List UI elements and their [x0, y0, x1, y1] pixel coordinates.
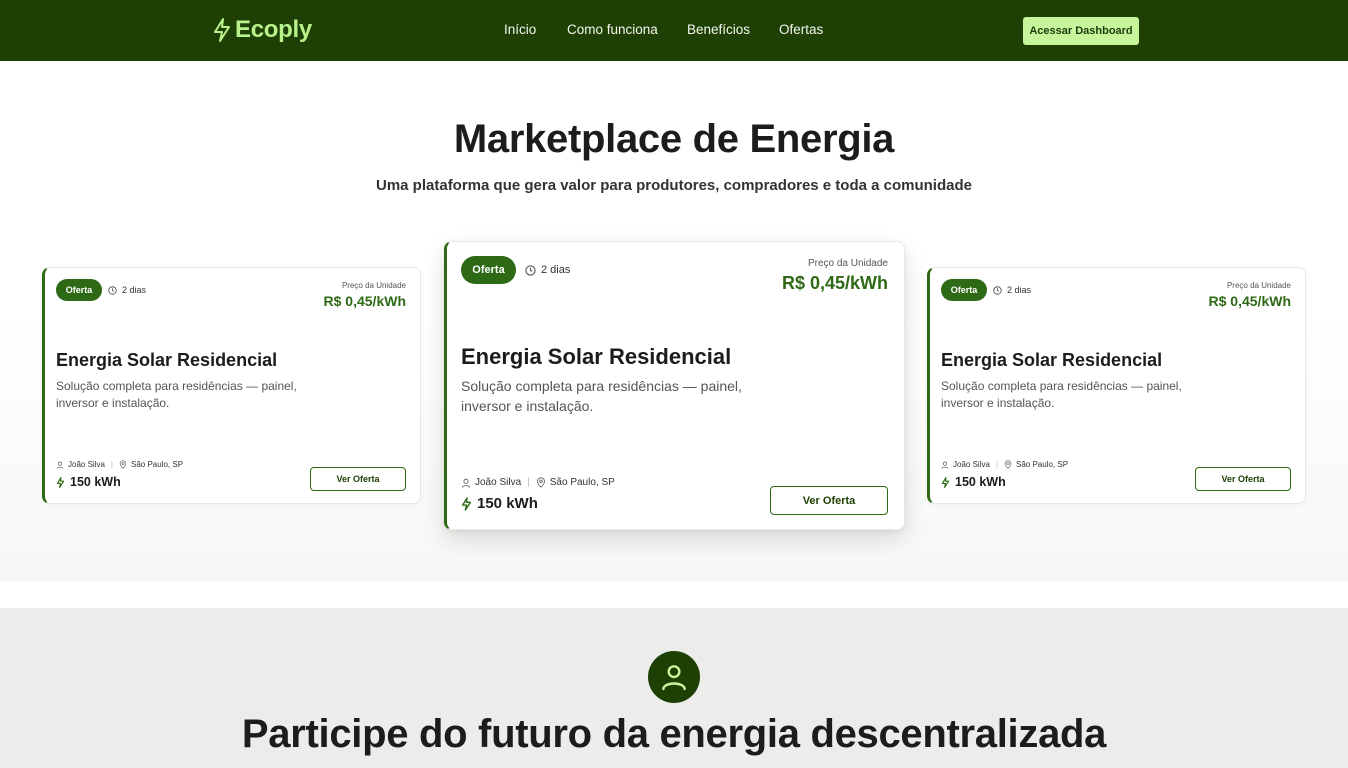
- offer-seller: João Silva: [953, 460, 990, 469]
- offer-meta: João Silva | São Paulo, SP: [461, 477, 615, 488]
- offer-location: São Paulo, SP: [549, 477, 615, 488]
- view-offer-button[interactable]: Ver Oferta: [1195, 467, 1291, 491]
- participate-section: Participe do futuro da energia descentra…: [0, 608, 1348, 768]
- top-navbar: Ecoply Início Como funciona Benefícios O…: [0, 0, 1348, 61]
- offer-price: R$ 0,45/kWh: [323, 293, 406, 309]
- user-icon: [461, 478, 471, 488]
- clock-icon: [993, 285, 1002, 295]
- clock-icon: [108, 285, 117, 295]
- offer-description: Solução completa para residências — pain…: [941, 379, 1182, 410]
- offer-time: 2 dias: [108, 285, 146, 295]
- lightning-bolt-icon: [461, 496, 472, 511]
- offer-amount-text: 150 kWh: [70, 475, 121, 489]
- offer-time: 2 dias: [993, 285, 1031, 295]
- lightning-bolt-icon: [56, 476, 65, 488]
- offer-seller: João Silva: [68, 460, 105, 469]
- offer-title: Energia Solar Residencial: [941, 350, 1163, 370]
- offer-card[interactable]: Oferta 2 dias Preço da Unidade R$ 0,45/k…: [927, 267, 1306, 504]
- lightning-bolt-icon: [941, 476, 950, 488]
- offer-description: Solução completa para residências — pain…: [56, 379, 297, 410]
- location-pin-icon: [119, 460, 127, 469]
- offer-time: 2 dias: [525, 264, 570, 276]
- dashboard-button[interactable]: Acessar Dashboard: [1023, 17, 1139, 45]
- nav-link-inicio[interactable]: Início: [504, 22, 536, 37]
- offer-meta: João Silva | São Paulo, SP: [56, 460, 183, 469]
- nav-link-ofertas[interactable]: Ofertas: [779, 22, 823, 37]
- offer-title: Energia Solar Residencial: [461, 344, 732, 369]
- offer-price: R$ 0,45/kWh: [1208, 293, 1291, 309]
- view-offer-button[interactable]: Ver Oferta: [770, 486, 888, 515]
- offer-card[interactable]: Oferta 2 dias Preço da Unidade R$ 0,45/k…: [42, 267, 421, 504]
- price-label: Preço da Unidade: [1226, 281, 1291, 290]
- offer-badge: Oferta: [461, 256, 516, 284]
- offer-title: Energia Solar Residencial: [56, 350, 278, 370]
- meta-divider: |: [995, 460, 998, 469]
- offer-amount: 150 kWh: [941, 475, 1006, 489]
- page-title: Marketplace de Energia: [453, 117, 895, 161]
- meta-divider: |: [110, 460, 113, 469]
- user-avatar: [648, 651, 700, 703]
- offer-amount-text: 150 kWh: [477, 495, 538, 512]
- clock-icon: [525, 264, 536, 276]
- location-pin-icon: [536, 477, 545, 488]
- page-subtitle: Uma plataforma que gera valor para produ…: [376, 177, 972, 194]
- offer-amount: 150 kWh: [461, 495, 538, 512]
- offer-badge: Oferta: [941, 279, 987, 301]
- nav-link-beneficios[interactable]: Benefícios: [687, 22, 750, 37]
- meta-divider: |: [527, 477, 530, 488]
- price-label: Preço da Unidade: [807, 258, 888, 269]
- offer-badge: Oferta: [56, 279, 102, 301]
- offer-location: São Paulo, SP: [131, 460, 184, 469]
- offer-location: São Paulo, SP: [1016, 460, 1069, 469]
- offer-card-featured[interactable]: Oferta 2 dias Preço da Unidade R$ 0,45/k…: [444, 241, 905, 530]
- offer-time-text: 2 dias: [122, 285, 147, 295]
- price-label: Preço da Unidade: [341, 281, 406, 290]
- user-icon: [56, 461, 64, 469]
- nav-links: Início Como funciona Benefícios Ofertas: [0, 22, 1348, 40]
- offer-time-text: 2 dias: [1007, 285, 1032, 295]
- offer-amount-text: 150 kWh: [955, 475, 1006, 489]
- offer-amount: 150 kWh: [56, 475, 121, 489]
- location-pin-icon: [1004, 460, 1012, 469]
- offer-price: R$ 0,45/kWh: [781, 273, 888, 293]
- view-offer-button[interactable]: Ver Oferta: [310, 467, 406, 491]
- nav-link-como-funciona[interactable]: Como funciona: [567, 22, 658, 37]
- offer-time-text: 2 dias: [541, 264, 571, 276]
- section-title: Participe do futuro da energia descentra…: [241, 712, 1107, 756]
- offer-description: Solução completa para residências — pain…: [461, 378, 742, 414]
- user-icon: [941, 461, 949, 469]
- offer-seller: João Silva: [475, 477, 522, 488]
- offer-meta: João Silva | São Paulo, SP: [941, 460, 1068, 469]
- user-icon: [662, 665, 686, 691]
